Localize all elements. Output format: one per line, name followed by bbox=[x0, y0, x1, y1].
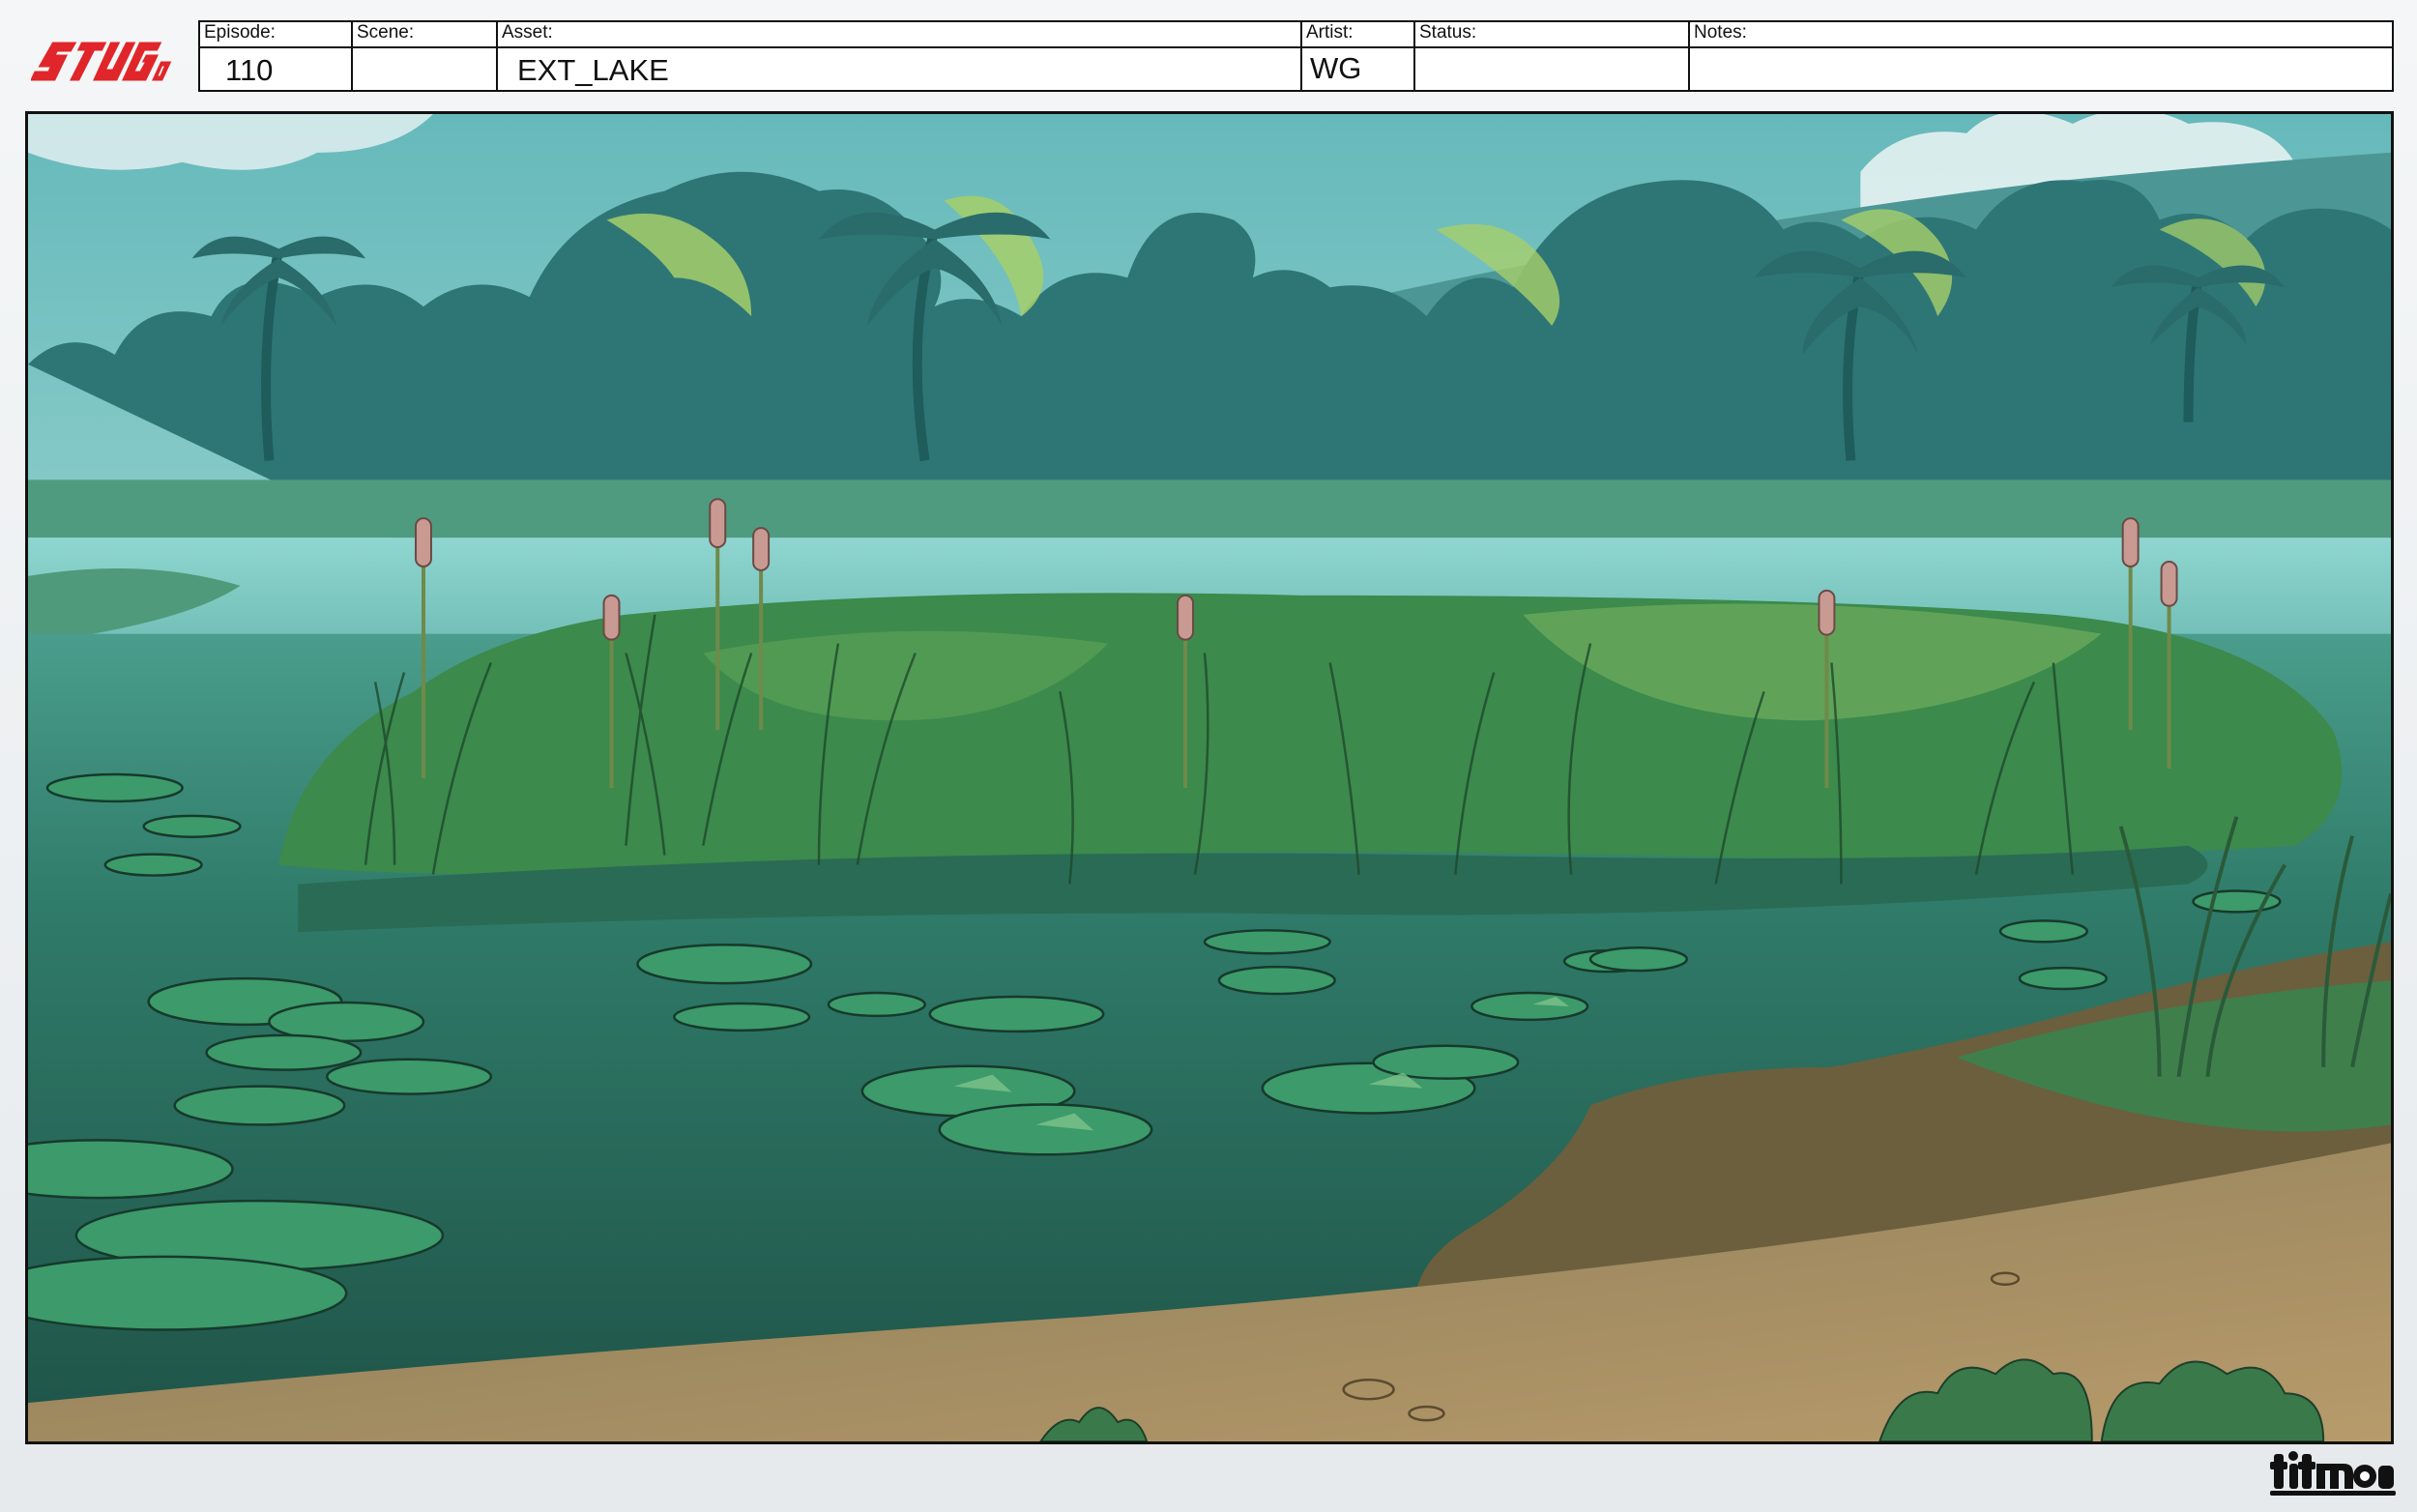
notes-cell: Notes: bbox=[1690, 22, 2392, 90]
scene-label: Scene: bbox=[357, 22, 415, 43]
status-cell: Status: bbox=[1415, 22, 1690, 90]
slate-header: Episode: 110 Scene: Asset: EXT_LAKE Arti… bbox=[198, 20, 2394, 92]
studio-logo bbox=[2270, 1451, 2396, 1496]
artist-label: Artist: bbox=[1306, 22, 1354, 43]
notes-label: Notes: bbox=[1694, 22, 1747, 43]
artist-value: WG bbox=[1310, 51, 1362, 85]
show-logo bbox=[31, 42, 172, 81]
status-label: Status: bbox=[1419, 22, 1477, 43]
far-bank bbox=[28, 480, 2391, 538]
episode-cell: Episode: 110 bbox=[200, 22, 353, 90]
asset-label: Asset: bbox=[502, 22, 553, 43]
artist-cell: Artist: WG bbox=[1302, 22, 1415, 90]
episode-value: 110 bbox=[225, 53, 274, 87]
asset-value: EXT_LAKE bbox=[517, 53, 669, 87]
episode-label: Episode: bbox=[204, 22, 276, 43]
asset-cell: Asset: EXT_LAKE bbox=[498, 22, 1302, 90]
scene-cell: Scene: bbox=[353, 22, 498, 90]
background-artwork bbox=[25, 111, 2394, 1444]
